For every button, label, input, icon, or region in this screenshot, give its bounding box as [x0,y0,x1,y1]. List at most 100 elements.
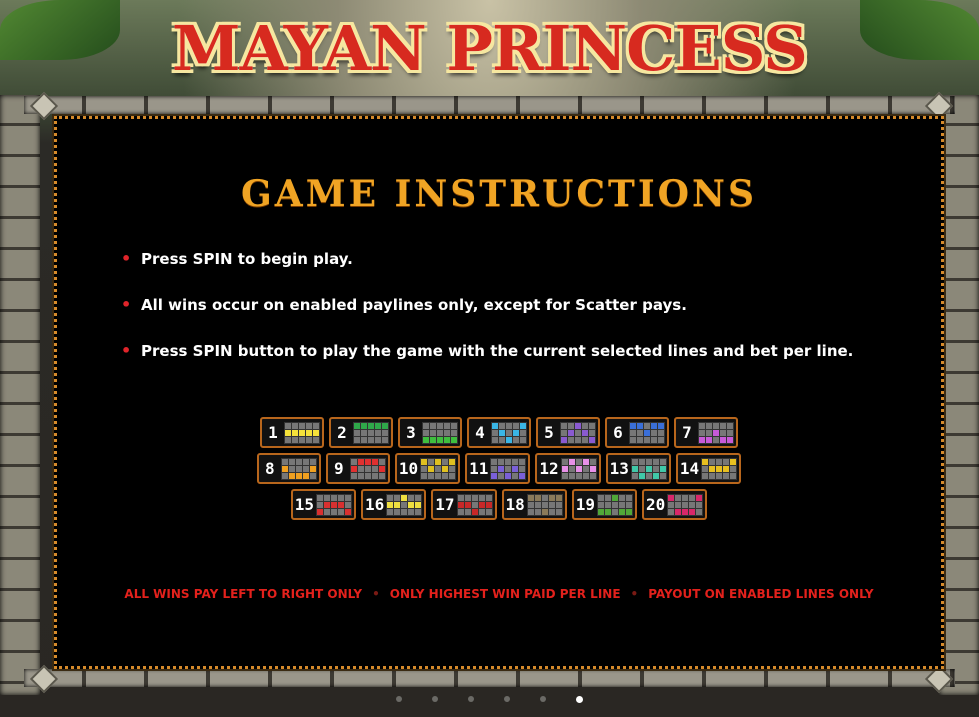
payline-cell [302,458,309,465]
payline-cell [723,458,730,465]
payline-number: 5 [544,423,554,442]
page-dot[interactable] [504,696,510,702]
payline-cell [364,472,371,479]
payline-grid [315,493,352,516]
payline-cell [281,465,288,472]
payline-cell [589,472,596,479]
payline-cell [575,472,582,479]
payline-grid [597,493,634,516]
payline-grid [560,457,597,480]
payline-cell [561,458,568,465]
payline-number: 20 [646,495,666,514]
payline-cell [534,508,541,515]
page-dot[interactable] [540,696,546,702]
payline-cell [568,465,575,472]
payline-cell [471,501,478,508]
payline-cell [668,501,675,508]
payline-cell [471,494,478,501]
payline-cell [499,436,505,443]
rule-highest-win: ONLY HIGHEST WIN PAID PER LINE [389,587,621,601]
payline-cell [713,429,719,436]
payline-number: 3 [406,423,416,442]
payline-7: 7 [674,417,738,448]
payline-cell [368,422,374,429]
payline-cell [658,422,664,429]
page-dot[interactable] [468,696,474,702]
payline-cell [598,508,605,515]
payline-cell [709,458,716,465]
payline-17: 17 [431,489,497,520]
payline-cell [575,465,582,472]
payline-cell [464,494,471,501]
payline-cell [302,465,309,472]
payline-cell [344,494,351,501]
paylines-chart: 1 2 3 4 5 6 7 8 9 10 11 12 13 14 15 16 17 18 19 20 [57,417,941,525]
payline-cell [387,494,394,501]
payline-cell [330,508,337,515]
payline-cell [485,501,492,508]
payline-cell [555,501,562,508]
stone-border-right [939,95,979,695]
payline-cell [589,436,595,443]
payline-cell [323,494,330,501]
payline-cell [589,422,595,429]
payline-cell [457,494,464,501]
payline-grid [630,457,667,480]
payline-8: 8 [256,453,321,484]
payline-cell [659,458,666,465]
payline-cell [575,422,581,429]
payline-cell [689,501,696,508]
payline-cell [520,422,526,429]
payline-cell [548,494,555,501]
payline-cell [368,436,374,443]
page-dot[interactable] [576,696,583,703]
payline-cell [423,436,429,443]
rules-footer: ALL WINS PAY LEFT TO RIGHT ONLY • ONLY HIG… [57,587,941,601]
page-dot[interactable] [396,696,402,702]
separator-dot: • [630,587,639,601]
payline-cell [699,429,705,436]
payline-number: 12 [539,459,559,478]
payline-cell [631,472,638,479]
payline-cell [668,494,675,501]
payline-cell [449,458,456,465]
payline-12: 12 [535,453,601,484]
payline-cell [337,508,344,515]
payline-cell [626,501,633,508]
payline-cell [415,501,422,508]
payline-cell [730,472,737,479]
payline-cell [428,458,435,465]
payline-cell [498,465,505,472]
payline-cell [630,422,636,429]
payline-cell [644,422,650,429]
payline-cell [361,422,367,429]
payline-cell [675,508,682,515]
payline-cell [387,508,394,515]
payline-cell [605,501,612,508]
instructions-panel: GAME INSTRUCTIONS • Press SPIN to begin p… [54,116,944,669]
payline-cell [415,508,422,515]
payline-cell [444,436,450,443]
payline-cell [306,436,312,443]
payline-2: 2 [329,417,393,448]
instructions-heading: GAME INSTRUCTIONS [241,173,757,215]
payline-cell [723,465,730,472]
payline-cell [357,458,364,465]
payline-cell [437,436,443,443]
payline-number: 14 [679,459,700,478]
payline-cell [316,508,323,515]
payline-cell [638,458,645,465]
instructions-list: • Press SPIN to begin play. • All wins occ… [119,249,853,387]
payline-cell [435,465,442,472]
payline-cell [449,465,456,472]
stone-border-top [24,96,955,114]
payline-cell [285,429,291,436]
payline-cell [730,458,737,465]
payline-cell [582,436,588,443]
page-dot[interactable] [432,696,438,702]
payline-cell [361,436,367,443]
payline-cell [575,458,582,465]
payline-cell [541,501,548,508]
payline-cell [430,429,436,436]
payline-cell [582,472,589,479]
